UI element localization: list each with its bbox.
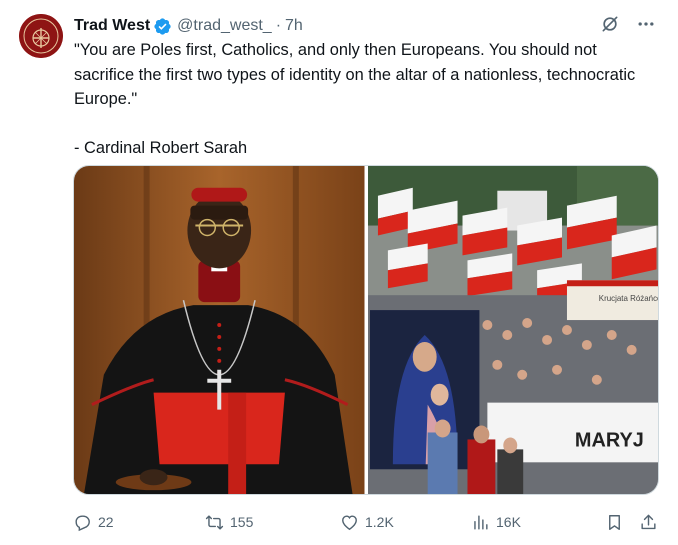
- grok-icon[interactable]: [600, 14, 620, 34]
- bookmark-icon: [605, 513, 624, 532]
- views-chart-icon: [471, 513, 490, 532]
- views-count: 16K: [496, 514, 521, 530]
- retweet-count: 155: [230, 514, 254, 530]
- reply-icon: [73, 513, 92, 532]
- more-options-icon[interactable]: [636, 14, 656, 34]
- bookmark-button[interactable]: [605, 513, 624, 532]
- banner-top-text: Krucjata Różańcowa za Ojczyznę: [598, 294, 658, 303]
- share-button[interactable]: [639, 513, 658, 532]
- author-handle[interactable]: @trad_west_: [177, 17, 272, 35]
- separator-dot: ·: [275, 17, 282, 34]
- like-count: 1.2K: [365, 514, 394, 530]
- cardinal-photo[interactable]: [74, 166, 365, 494]
- reply-count: 22: [98, 514, 114, 530]
- march-crowd-photo[interactable]: Krucjata Różańcowa za Ojczyznę MARYJ: [367, 166, 658, 494]
- avatar-crest-icon: [19, 14, 63, 58]
- reply-button[interactable]: 22: [73, 513, 114, 532]
- tweet-timestamp[interactable]: 7h: [285, 17, 303, 35]
- top-actions: [600, 14, 656, 34]
- share-icon: [639, 513, 658, 532]
- views-button[interactable]: 16K: [471, 513, 521, 532]
- tweet-attribution: - Cardinal Robert Sarah: [74, 139, 248, 157]
- retweet-icon: [205, 513, 224, 532]
- action-bar: 22 155 1.2K 16K: [73, 510, 659, 534]
- tweet-header: Trad West @trad_west_ · 7h: [74, 15, 303, 37]
- tweet-text: "You are Poles first, Catholics, and onl…: [74, 38, 659, 161]
- heart-icon: [340, 513, 359, 532]
- verified-badge-icon[interactable]: [153, 17, 172, 36]
- avatar[interactable]: [19, 14, 63, 58]
- retweet-button[interactable]: 155: [205, 513, 253, 532]
- like-button[interactable]: 1.2K: [340, 513, 394, 532]
- tweet-quote: "You are Poles first, Catholics, and onl…: [74, 41, 636, 108]
- media-grid: Krucjata Różańcowa za Ojczyznę MARYJ: [73, 165, 659, 495]
- author-name[interactable]: Trad West: [74, 17, 150, 35]
- banner-bottom-text: MARYJ: [574, 429, 643, 451]
